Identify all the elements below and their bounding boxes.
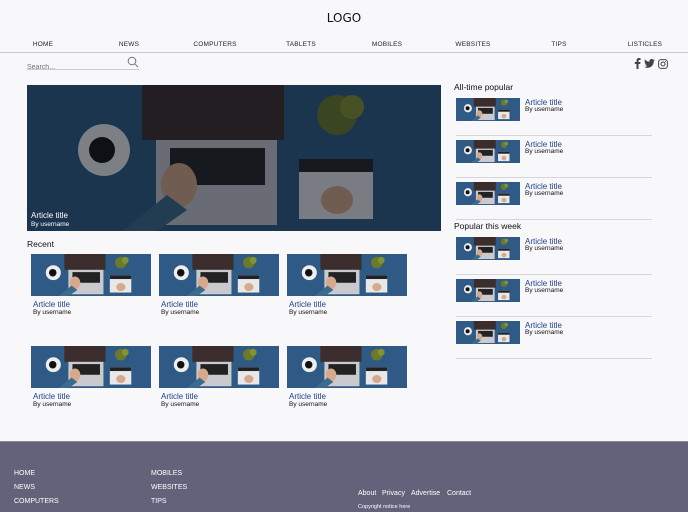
weekly-article[interactable]: Article title By username bbox=[456, 279, 652, 317]
recent-heading: Recent bbox=[27, 239, 54, 249]
article-title[interactable]: Article title bbox=[161, 392, 279, 401]
nav-mobiles[interactable]: MOBILES bbox=[372, 41, 402, 48]
footer-link-news[interactable]: NEWS bbox=[14, 484, 35, 491]
footer-link-advertise[interactable]: Advertise bbox=[411, 490, 440, 497]
facebook-icon[interactable] bbox=[634, 58, 641, 69]
article-author: By username bbox=[525, 329, 564, 336]
instagram-icon[interactable] bbox=[658, 58, 668, 69]
search-icon[interactable] bbox=[127, 56, 139, 68]
article-author: By username bbox=[33, 309, 72, 316]
article-thumbnail bbox=[159, 346, 279, 388]
recent-article[interactable]: Article title By username bbox=[31, 346, 151, 408]
footer-link-contact[interactable]: Contact bbox=[447, 490, 471, 497]
footer-link-websites[interactable]: WEBSITES bbox=[151, 484, 187, 491]
hero-author: By username bbox=[31, 221, 70, 228]
popular-this-week-heading: Popular this week bbox=[454, 221, 522, 231]
article-author: By username bbox=[525, 148, 564, 155]
article-author: By username bbox=[525, 190, 564, 197]
footer-link-computers[interactable]: COMPUTERS bbox=[14, 498, 59, 505]
article-author: By username bbox=[525, 287, 564, 294]
search-input[interactable] bbox=[27, 61, 122, 74]
nav-tips[interactable]: TIPS bbox=[551, 41, 566, 48]
article-title[interactable]: Article title bbox=[33, 392, 151, 401]
article-author: By username bbox=[161, 401, 200, 408]
article-thumbnail bbox=[31, 254, 151, 296]
article-thumbnail bbox=[287, 254, 407, 296]
footer-link-privacy[interactable]: Privacy bbox=[382, 490, 405, 497]
article-title[interactable]: Article title bbox=[161, 300, 279, 309]
article-author: By username bbox=[161, 309, 200, 316]
twitter-icon[interactable] bbox=[644, 59, 655, 68]
article-thumbnail bbox=[31, 346, 151, 388]
footer-link-mobiles[interactable]: MOBILES bbox=[151, 470, 182, 477]
weekly-article[interactable]: Article title By username bbox=[456, 237, 652, 275]
popular-article[interactable]: Article title By username bbox=[456, 182, 652, 220]
search-box bbox=[27, 56, 139, 74]
nav-computers[interactable]: COMPUTERS bbox=[193, 41, 236, 48]
article-author: By username bbox=[525, 106, 564, 113]
article-author: By username bbox=[33, 401, 72, 408]
article-thumbnail bbox=[159, 254, 279, 296]
nav-websites[interactable]: WEBSITES bbox=[455, 41, 490, 48]
popular-article[interactable]: Article title By username bbox=[456, 98, 652, 136]
article-title[interactable]: Article title bbox=[289, 392, 407, 401]
logo[interactable]: LOGO bbox=[0, 11, 688, 25]
recent-article[interactable]: Article title By username bbox=[287, 346, 407, 408]
footer-link-home[interactable]: HOME bbox=[14, 470, 35, 477]
article-thumbnail bbox=[456, 321, 520, 344]
article-title[interactable]: Article title bbox=[33, 300, 151, 309]
hero-article[interactable]: Article title By username bbox=[27, 85, 441, 231]
copyright-notice: Copyright notice here bbox=[358, 504, 411, 510]
nav-home[interactable]: HOME bbox=[33, 41, 53, 48]
social-links bbox=[634, 58, 668, 69]
article-thumbnail bbox=[456, 279, 520, 302]
main-nav: HOME NEWS COMPUTERS TABLETS MOBILES WEBS… bbox=[0, 37, 688, 53]
nav-tablets[interactable]: TABLETS bbox=[286, 41, 316, 48]
footer: HOME NEWS COMPUTERS MOBILES WEBSITES TIP… bbox=[0, 441, 688, 512]
recent-article[interactable]: Article title By username bbox=[31, 254, 151, 316]
nav-listicles[interactable]: LISTICLES bbox=[628, 41, 662, 48]
hero-overlay bbox=[27, 85, 441, 231]
hero-title[interactable]: Article title bbox=[31, 211, 68, 220]
recent-article[interactable]: Article title By username bbox=[159, 254, 279, 316]
footer-link-about[interactable]: About bbox=[358, 490, 376, 497]
recent-article[interactable]: Article title By username bbox=[287, 254, 407, 316]
footer-link-tips[interactable]: TIPS bbox=[151, 498, 167, 505]
popular-article[interactable]: Article title By username bbox=[456, 140, 652, 178]
nav-news[interactable]: NEWS bbox=[119, 41, 139, 48]
article-author: By username bbox=[289, 401, 328, 408]
all-time-popular-heading: All-time popular bbox=[454, 82, 514, 92]
recent-article[interactable]: Article title By username bbox=[159, 346, 279, 408]
article-author: By username bbox=[289, 309, 328, 316]
article-author: By username bbox=[525, 245, 564, 252]
article-thumbnail bbox=[456, 140, 520, 163]
weekly-article[interactable]: Article title By username bbox=[456, 321, 652, 359]
article-thumbnail bbox=[456, 182, 520, 205]
article-thumbnail bbox=[287, 346, 407, 388]
article-thumbnail bbox=[456, 98, 520, 121]
article-thumbnail bbox=[456, 237, 520, 260]
article-title[interactable]: Article title bbox=[289, 300, 407, 309]
